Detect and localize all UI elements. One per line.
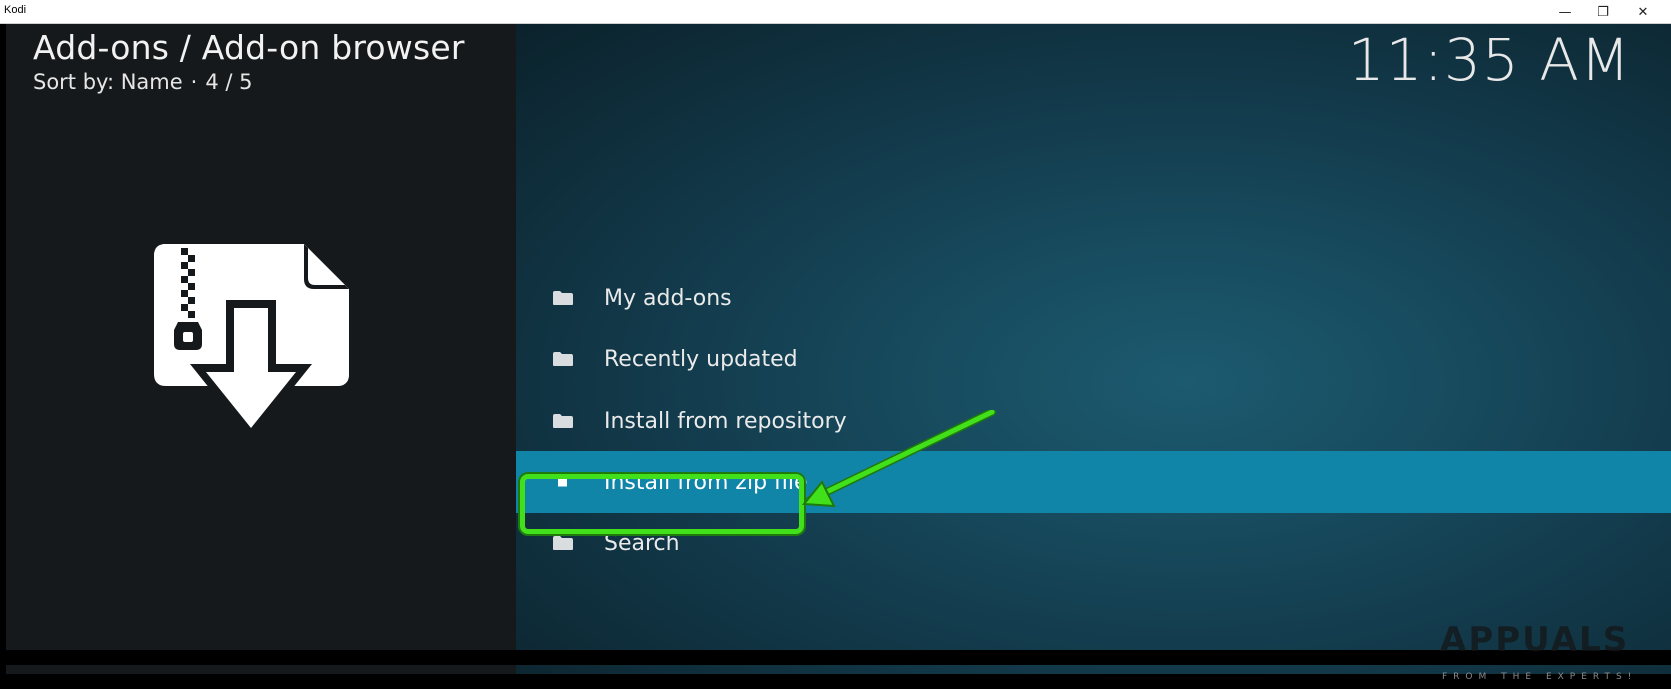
bottom-border [0, 650, 1671, 665]
zip-install-icon [154, 244, 349, 440]
page-title: Add-ons / Add-on browser [33, 28, 465, 67]
menu-item-label: Recently updated [604, 346, 798, 372]
kodi-app: Add-ons / Add-on browser Sort by: Name · 4… [6, 24, 1671, 674]
folder-icon [553, 291, 573, 305]
preview-panel [6, 24, 516, 674]
watermark-tagline: FROM THE EXPERTS! [1442, 672, 1638, 682]
item-position: 4 / 5 [205, 70, 253, 94]
close-button[interactable]: ✕ [1620, 0, 1666, 24]
annotation-highlight-box [520, 474, 804, 534]
folder-icon [553, 414, 573, 428]
sort-info: Sort by: Name · 4 / 5 [33, 70, 253, 94]
menu-item-label: Search [604, 530, 680, 556]
sort-separator: · [190, 70, 198, 94]
folder-icon [553, 536, 573, 550]
window-titlebar: Kodi — ❐ ✕ [0, 0, 1671, 24]
addon-browser-menu: My add-ons Recently updated Install from… [516, 24, 1671, 674]
menu-item-label: My add-ons [604, 285, 732, 311]
menu-item-recently-updated[interactable]: Recently updated [516, 328, 1671, 390]
sort-label[interactable]: Sort by: Name [33, 70, 183, 94]
window-title: Kodi [4, 4, 27, 16]
menu-item-my-addons[interactable]: My add-ons [516, 267, 1671, 329]
watermark-logo: APPUALS [1440, 620, 1630, 660]
folder-icon [553, 352, 573, 366]
watermark: APPUALS FROM THE EXPERTS! [1440, 620, 1660, 682]
annotation-arrow-icon [801, 410, 996, 508]
menu-item-install-from-repository[interactable]: Install from repository [516, 390, 1671, 452]
